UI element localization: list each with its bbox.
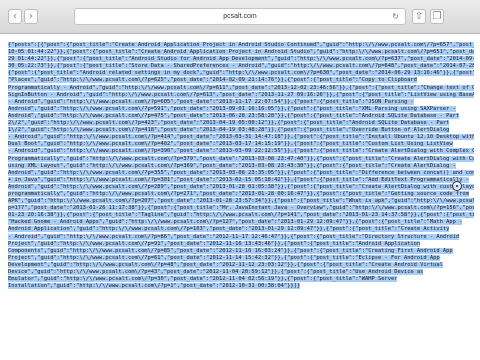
json-line-text: Programmatically","guid":"http:\/\/www.p…	[8, 155, 474, 162]
json-line: Emulator","guid":"http:\/\/www.pcsalt.co…	[8, 276, 474, 283]
json-line: Android","guid":"http:\/\/www.pcsalt.com…	[8, 112, 474, 120]
json-line-text: - Android","guid":"http:\/\/www.pcsalt.c…	[8, 134, 474, 141]
json-line: 01-23 20:16:38"}},{"post":{"post_title":…	[8, 212, 474, 219]
json-line-text: 01-23 20:16:38"}},{"post":{"post_title":…	[8, 212, 474, 219]
json-line: p=177","post_date":"2013-01-26 11:17:38"…	[8, 205, 474, 212]
tabs-icon[interactable]: ❐	[430, 9, 444, 24]
json-line-text: {"post":{"post_title":"Android related s…	[8, 70, 474, 77]
json-line-text: Development","guid":"http:\/\/www.pcsalt…	[8, 261, 443, 268]
json-line: - Android","guid":"http:\/\/www.pcsalt.c…	[8, 233, 474, 241]
json-line: Programmatically - Android","guid":"http…	[8, 84, 474, 92]
json-line-text: Android","guid":"http:\/\/www.pcsalt.com…	[8, 183, 474, 190]
json-line-text: + in Java","guid":"http:\/\/www.pcsalt.c…	[8, 176, 469, 183]
json-line: programmatically","guid":"http:\/\/www.p…	[8, 190, 474, 198]
json-line: Project","guid":"http:\/\/www.pcsalt.com…	[8, 240, 474, 248]
json-line: Android","guid":"http:\/\/www.pcsalt.com…	[8, 183, 474, 191]
json-line-text: 1\/2","guid":"http:\/\/www.pcsalt.com\/?…	[8, 127, 450, 134]
json-line: 2\/2","guid":"http:\/\/www.pcsalt.com\/?…	[8, 120, 474, 127]
json-line-text: - Android","guid":"http:\/\/www.pcsalt.c…	[8, 148, 474, 155]
json-line: 30 05:22:73"}},{"post":{"post_title":"St…	[8, 63, 474, 70]
json-line-text: Installation","guid":"http:\/\/www.pcsal…	[8, 283, 301, 290]
json-line: - Android","guid":"http:\/\/www.pcsalt.c…	[8, 134, 474, 141]
json-line: "Hacked Gnome - Android Apps","guid":"ht…	[8, 219, 474, 226]
browser-window: ‹ › pcsalt.com ↻ ⇧ ❐ {"posts":[{"post":{…	[0, 0, 480, 360]
json-response-body[interactable]: {"posts":[{"post":{"post_title":"Create …	[0, 34, 480, 360]
browser-toolbar: ‹ › pcsalt.com ↻ ⇧ ❐	[0, 0, 480, 34]
json-line: Installation","guid":"http:\/\/www.pcsal…	[8, 283, 474, 290]
json-line-text: APK","guid":"http:\/\/www.pcsalt.com\/?p…	[8, 198, 474, 205]
chevron-right-icon[interactable]: ›	[24, 9, 38, 24]
json-line: "Places","guid":"http:\/\/www.pcsalt.com…	[8, 77, 474, 84]
reload-icon[interactable]: ↻	[392, 11, 399, 22]
json-line: Project","guid":"http:\/\/www.pcsalt.com…	[8, 254, 474, 262]
json-line: SignInButton - Android","guid":"http:\/\…	[8, 91, 474, 99]
json-line-text: using XML Layout","guid":"http:\/\/www.p…	[8, 162, 456, 169]
json-line: Dual Boot","guid":"http:\/\/www.pcsalt.c…	[8, 141, 474, 148]
json-line: using XML Layout","guid":"http:\/\/www.p…	[8, 162, 474, 170]
json-line: Android","guid":"http:\/\/www.pcsalt.com…	[8, 105, 474, 113]
json-line-text: Android","guid":"http:\/\/www.pcsalt.com…	[8, 169, 474, 176]
json-line-text: 29 01:44:22"}},{"post":{"post_title":"An…	[8, 56, 474, 63]
json-line: Development","guid":"http:\/\/www.pcsalt…	[8, 261, 474, 269]
json-line-text: Programmatically - Android","guid":"http…	[8, 84, 474, 91]
json-line-text: Components","guid":"http:\/\/www.pcsalt.…	[8, 247, 453, 254]
json-line-text: Device","guid":"http:\/\/www.pcsalt.com\…	[8, 269, 424, 275]
json-line: 10-05 01:44:22"}},{"post":{"post_title":…	[8, 49, 474, 56]
json-line: Android Application","guid":"http:\/\/ww…	[8, 226, 474, 233]
json-line-text: Dual Boot","guid":"http:\/\/www.pcsalt.c…	[8, 141, 453, 148]
cursor-icon	[452, 181, 462, 191]
json-line: Android","guid":"http:\/\/www.pcsalt.com…	[8, 169, 474, 177]
json-line-text: programmatically","guid":"http:\/\/www.p…	[8, 190, 469, 197]
json-line: {"post":{"post_title":"Android related s…	[8, 70, 474, 77]
share-icon[interactable]: ⇧	[412, 9, 426, 24]
address-bar[interactable]: pcsalt.com ↻	[74, 8, 406, 25]
json-line-text: {"posts":[{"post":{"post_title":"Create …	[8, 42, 474, 48]
json-line: 1\/2","guid":"http:\/\/www.pcsalt.com\/?…	[8, 127, 474, 134]
json-line-text: p=177","post_date":"2013-01-26 11:17:38"…	[8, 205, 474, 212]
json-line: + in Java","guid":"http:\/\/www.pcsalt.c…	[8, 176, 474, 184]
json-line-text: Emulator","guid":"http:\/\/www.pcsalt.co…	[8, 276, 398, 283]
url-text: pcsalt.com	[223, 13, 257, 20]
json-line: APK","guid":"http:\/\/www.pcsalt.com\/?p…	[8, 198, 474, 205]
json-line: - Android","guid":"http:\/\/www.pcsalt.c…	[8, 148, 474, 155]
json-line-text: - Android","guid":"http:\/\/www.pcsalt.c…	[8, 98, 414, 105]
json-line-text: Project","guid":"http:\/\/www.pcsalt.com…	[8, 240, 421, 247]
json-line-text: 2\/2","guid":"http:\/\/www.pcsalt.com\/?…	[8, 120, 450, 127]
json-line-text: Android","guid":"http:\/\/www.pcsalt.com…	[8, 105, 456, 112]
json-line: {"posts":[{"post":{"post_title":"Create …	[8, 42, 474, 49]
chevron-left-icon[interactable]: ‹	[8, 9, 22, 24]
json-line-text: "Places","guid":"http:\/\/www.pcsalt.com…	[8, 77, 417, 84]
json-line-text: 10-05 01:44:22"}},{"post":{"post_title":…	[8, 49, 474, 56]
json-line-text: - Android","guid":"http:\/\/www.pcsalt.c…	[8, 233, 460, 240]
json-line: Programmatically","guid":"http:\/\/www.p…	[8, 155, 474, 163]
json-line-text: 30 05:22:73"}},{"post":{"post_title":"St…	[8, 63, 474, 70]
json-line-text: Android Application","guid":"http:\/\/ww…	[8, 226, 450, 233]
json-line-text: Project","guid":"http:\/\/www.pcsalt.com…	[8, 254, 440, 261]
json-line: Components","guid":"http:\/\/www.pcsalt.…	[8, 247, 474, 255]
json-line: 29 01:44:22"}},{"post":{"post_title":"An…	[8, 56, 474, 63]
json-line-text: Android","guid":"http:\/\/www.pcsalt.com…	[8, 112, 460, 119]
json-line-text: "Hacked Gnome - Android Apps","guid":"ht…	[8, 219, 463, 226]
json-line: Device","guid":"http:\/\/www.pcsalt.com\…	[8, 269, 474, 276]
json-line: - Android","guid":"http:\/\/www.pcsalt.c…	[8, 98, 474, 106]
json-line-text: SignInButton - Android","guid":"http:\/\…	[8, 91, 474, 98]
